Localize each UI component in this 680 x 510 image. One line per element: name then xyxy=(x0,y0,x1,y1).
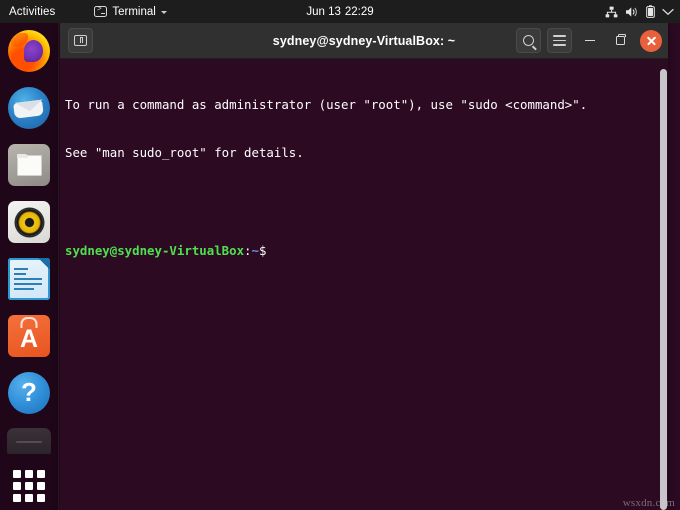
system-status-area[interactable] xyxy=(605,0,674,23)
terminal-window: sydney@sydney-VirtualBox: ~ To run a com… xyxy=(60,23,668,510)
search-button[interactable] xyxy=(516,28,541,53)
trash-icon xyxy=(7,428,51,454)
new-tab-button[interactable] xyxy=(68,28,93,53)
volume-icon xyxy=(625,6,639,18)
terminal-icon xyxy=(94,5,108,17)
thunderbird-icon xyxy=(8,87,50,129)
gnome-top-bar: Activities Terminal Jun 13 22:29 xyxy=(0,0,680,23)
desktop-screen: Activities Terminal Jun 13 22:29 xyxy=(0,0,680,510)
chevron-down-icon xyxy=(160,11,167,14)
clock-time: 22:29 xyxy=(344,5,374,18)
prompt-symbol: $ xyxy=(258,243,267,259)
dock-item-files[interactable] xyxy=(7,143,51,187)
maximize-icon xyxy=(615,34,626,45)
activities-button[interactable]: Activities xyxy=(0,0,64,23)
files-icon xyxy=(8,144,50,186)
clock-date: Jun 13 xyxy=(306,5,341,18)
new-tab-icon xyxy=(74,35,87,46)
dock-item-ubuntu-software[interactable] xyxy=(7,314,51,358)
libreoffice-writer-icon xyxy=(8,258,50,300)
network-icon xyxy=(605,6,618,18)
dock-item-libreoffice-writer[interactable] xyxy=(7,257,51,301)
search-icon xyxy=(523,35,534,46)
show-applications-button[interactable] xyxy=(7,464,51,508)
dock-item-thunderbird[interactable] xyxy=(7,86,51,130)
terminal-prompt-line: sydney@sydney-VirtualBox:~$ xyxy=(65,243,654,259)
terminal-body[interactable]: To run a command as administrator (user … xyxy=(60,59,668,510)
ubuntu-software-icon xyxy=(8,315,50,357)
minimize-button[interactable] xyxy=(578,29,602,53)
prompt-user-host: sydney@sydney-VirtualBox xyxy=(65,243,245,259)
terminal-line: To run a command as administrator (user … xyxy=(65,96,588,112)
terminal-cursor xyxy=(266,244,273,257)
close-button[interactable] xyxy=(640,29,662,52)
hamburger-menu-icon xyxy=(553,35,566,46)
app-menu-terminal[interactable]: Terminal xyxy=(86,0,174,23)
firefox-icon xyxy=(8,30,50,72)
terminal-scrollbar[interactable] xyxy=(660,69,667,510)
terminal-output: To run a command as administrator (user … xyxy=(65,64,654,292)
titlebar-actions xyxy=(516,28,662,53)
watermark: wsxdn.com xyxy=(622,497,675,509)
rhythmbox-icon xyxy=(8,201,50,243)
app-grid-icon xyxy=(12,469,46,503)
maximize-button[interactable] xyxy=(608,29,632,53)
dock-item-trash[interactable] xyxy=(7,428,51,454)
dock-item-help[interactable] xyxy=(7,371,51,415)
minimize-icon xyxy=(585,39,595,42)
terminal-line: See "man sudo_root" for details. xyxy=(65,145,304,161)
terminal-titlebar[interactable]: sydney@sydney-VirtualBox: ~ xyxy=(60,23,668,59)
app-menu-label: Terminal xyxy=(112,5,156,18)
activities-label: Activities xyxy=(9,5,56,18)
ubuntu-dock xyxy=(0,23,59,510)
dock-item-rhythmbox[interactable] xyxy=(7,200,51,244)
top-bar-left: Activities Terminal xyxy=(0,0,175,23)
prompt-path: ~ xyxy=(251,243,259,259)
system-menu-chevron-down-icon xyxy=(662,8,674,16)
prompt-colon: : xyxy=(244,243,252,259)
help-icon xyxy=(8,372,50,414)
menu-button[interactable] xyxy=(547,28,572,53)
battery-icon xyxy=(646,5,655,18)
dock-item-firefox[interactable] xyxy=(7,29,51,73)
